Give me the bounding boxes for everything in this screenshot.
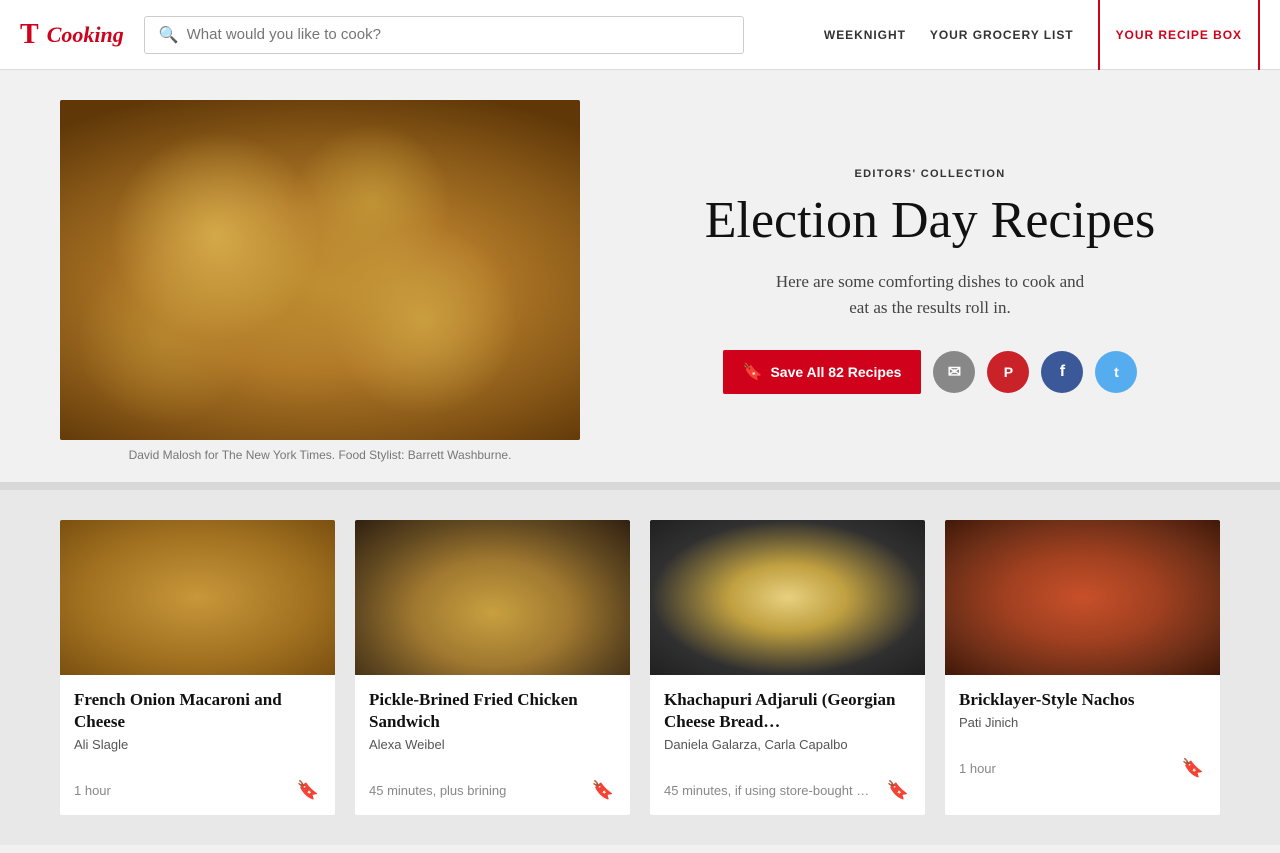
recipe-time: 1 hour bbox=[74, 783, 111, 798]
recipe-footer: 1 hour 🔖 bbox=[945, 756, 1220, 793]
recipe-card-body: Khachapuri Adjaruli (Georgian Cheese Bre… bbox=[650, 675, 925, 778]
email-icon: ✉ bbox=[948, 362, 961, 382]
recipe-time: 45 minutes, plus brining bbox=[369, 783, 506, 798]
recipe-bookmark-button[interactable]: 🔖 bbox=[885, 778, 911, 803]
grocery-list-nav-link[interactable]: YOUR GROCERY LIST bbox=[930, 28, 1074, 42]
recipe-grid: French Onion Macaroni and Cheese Ali Sla… bbox=[60, 520, 1220, 815]
site-header: T Cooking 🔍 WEEKNIGHT YOUR GROCERY LIST … bbox=[0, 0, 1280, 70]
twitter-share-button[interactable]: t bbox=[1095, 351, 1137, 393]
facebook-share-button[interactable]: f bbox=[1041, 351, 1083, 393]
section-divider bbox=[0, 482, 1280, 490]
recipes-section: French Onion Macaroni and Cheese Ali Sla… bbox=[0, 490, 1280, 845]
pinterest-share-button[interactable]: P bbox=[987, 351, 1029, 393]
cooking-wordmark: Cooking bbox=[47, 22, 124, 48]
recipe-bookmark-button[interactable]: 🔖 bbox=[590, 778, 616, 803]
recipe-footer: 45 minutes, if using store-bought … 🔖 bbox=[650, 778, 925, 815]
hero-actions: 🔖 Save All 82 Recipes ✉ P f t bbox=[723, 350, 1138, 394]
recipe-card[interactable]: Pickle-Brined Fried Chicken Sandwich Ale… bbox=[355, 520, 630, 815]
recipe-author: Daniela Galarza, Carla Capalbo bbox=[664, 737, 911, 752]
hero-text: EDITORS' COLLECTION Election Day Recipes… bbox=[640, 168, 1220, 394]
nyt-t-icon: T bbox=[20, 21, 39, 49]
recipe-card-body: Bricklayer-Style Nachos Pati Jinich bbox=[945, 675, 1220, 756]
hero-image bbox=[60, 100, 580, 440]
search-icon: 🔍 bbox=[159, 25, 179, 45]
recipe-card[interactable]: French Onion Macaroni and Cheese Ali Sla… bbox=[60, 520, 335, 815]
hero-caption: David Malosh for The New York Times. Foo… bbox=[60, 448, 580, 462]
recipe-title: Khachapuri Adjaruli (Georgian Cheese Bre… bbox=[664, 689, 911, 733]
bookmark-icon: 🔖 bbox=[743, 362, 763, 382]
hero-image-area: David Malosh for The New York Times. Foo… bbox=[60, 100, 580, 462]
facebook-icon: f bbox=[1060, 363, 1065, 381]
save-all-button[interactable]: 🔖 Save All 82 Recipes bbox=[723, 350, 922, 394]
main-nav: WEEKNIGHT YOUR GROCERY LIST YOUR RECIPE … bbox=[824, 0, 1260, 70]
weeknight-nav-link[interactable]: WEEKNIGHT bbox=[824, 28, 906, 42]
recipe-bookmark-button[interactable]: 🔖 bbox=[1180, 756, 1206, 781]
recipe-card-image bbox=[650, 520, 925, 675]
recipe-time: 45 minutes, if using store-bought … bbox=[664, 783, 869, 798]
recipe-bookmark-button[interactable]: 🔖 bbox=[295, 778, 321, 803]
recipe-title: Pickle-Brined Fried Chicken Sandwich bbox=[369, 689, 616, 733]
recipe-card-image bbox=[60, 520, 335, 675]
recipe-card[interactable]: Bricklayer-Style Nachos Pati Jinich 1 ho… bbox=[945, 520, 1220, 815]
recipe-footer: 45 minutes, plus brining 🔖 bbox=[355, 778, 630, 815]
search-input[interactable] bbox=[187, 26, 729, 43]
recipe-card-image bbox=[945, 520, 1220, 675]
recipe-title: French Onion Macaroni and Cheese bbox=[74, 689, 321, 733]
hero-title: Election Day Recipes bbox=[705, 192, 1156, 249]
hero-subtitle: Here are some comforting dishes to cook … bbox=[770, 269, 1090, 320]
email-share-button[interactable]: ✉ bbox=[933, 351, 975, 393]
recipe-author: Ali Slagle bbox=[74, 737, 321, 752]
save-all-label: Save All 82 Recipes bbox=[770, 364, 901, 380]
twitter-icon: t bbox=[1114, 364, 1119, 380]
recipe-author: Alexa Weibel bbox=[369, 737, 616, 752]
recipe-author: Pati Jinich bbox=[959, 715, 1206, 730]
recipe-card[interactable]: Khachapuri Adjaruli (Georgian Cheese Bre… bbox=[650, 520, 925, 815]
recipe-footer: 1 hour 🔖 bbox=[60, 778, 335, 815]
recipe-card-image bbox=[355, 520, 630, 675]
editors-collection-label: EDITORS' COLLECTION bbox=[855, 168, 1006, 180]
recipe-box-nav-link[interactable]: YOUR RECIPE BOX bbox=[1098, 0, 1260, 70]
recipe-time: 1 hour bbox=[959, 761, 996, 776]
recipe-card-body: Pickle-Brined Fried Chicken Sandwich Ale… bbox=[355, 675, 630, 778]
recipe-card-body: French Onion Macaroni and Cheese Ali Sla… bbox=[60, 675, 335, 778]
search-bar[interactable]: 🔍 bbox=[144, 16, 744, 54]
site-logo[interactable]: T Cooking bbox=[20, 21, 124, 49]
recipe-title: Bricklayer-Style Nachos bbox=[959, 689, 1206, 711]
hero-section: David Malosh for The New York Times. Foo… bbox=[0, 70, 1280, 482]
pinterest-icon: P bbox=[1004, 364, 1013, 380]
